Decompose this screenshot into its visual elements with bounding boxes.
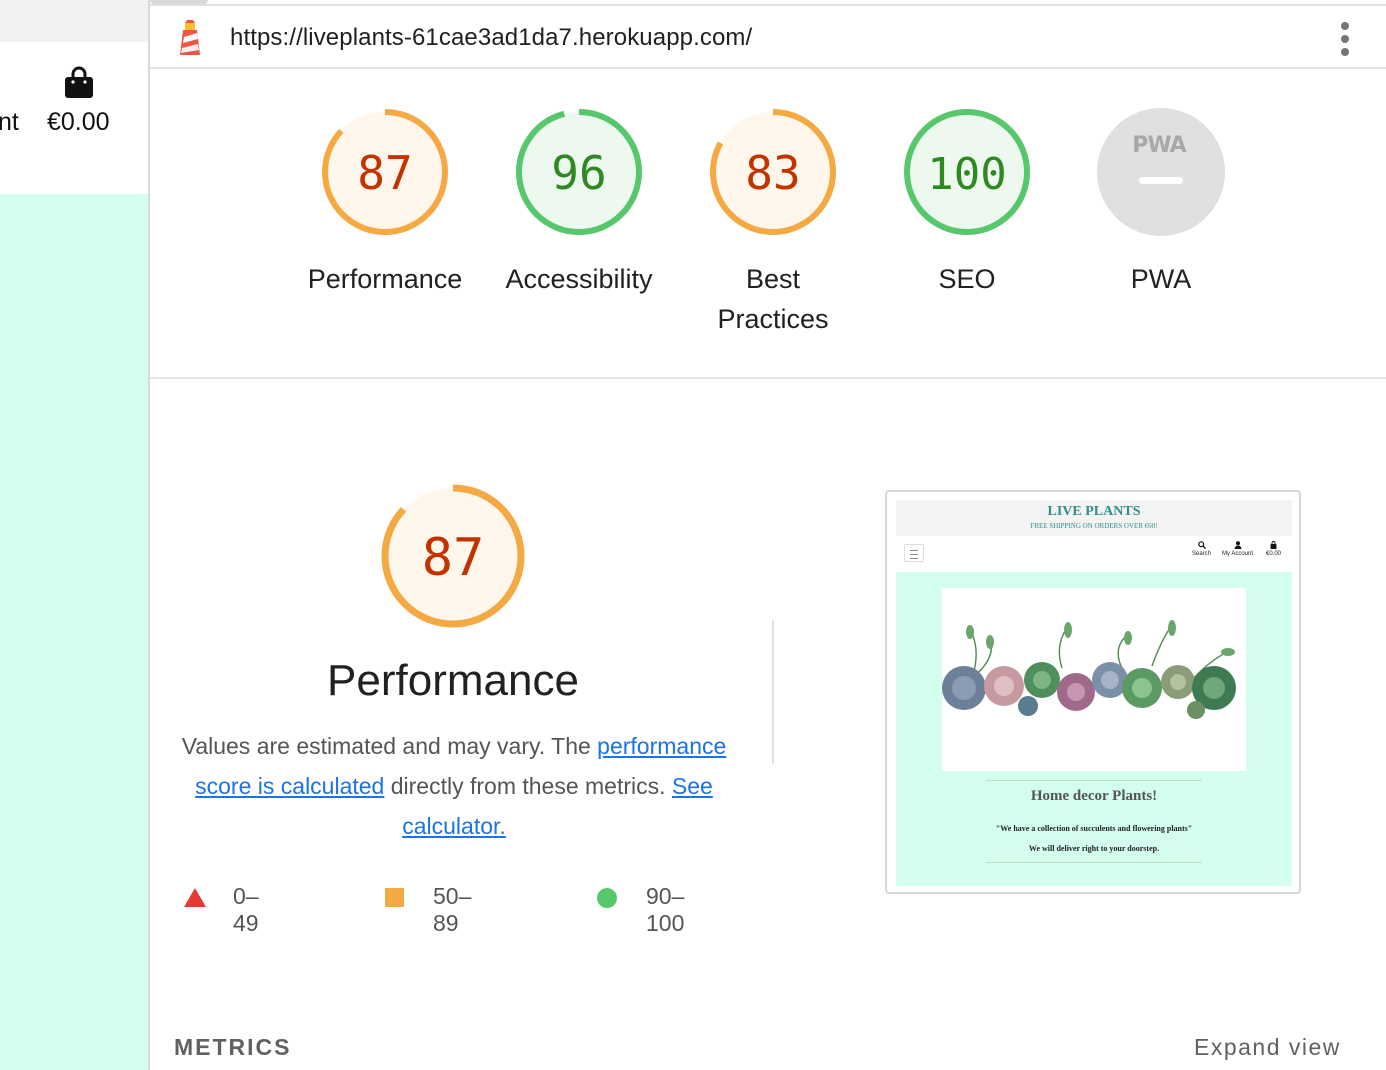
final-screenshot[interactable]: LIVE PLANTS FREE SHIPPING ON ORDERS OVER… [885, 490, 1301, 894]
search-icon [1197, 541, 1206, 549]
legend-average-range: 50–89 [433, 883, 472, 936]
my-account-label[interactable]: nt [0, 108, 19, 137]
more-vertical-icon[interactable] [1338, 22, 1352, 58]
site-preview-panel: nt €0.00 [0, 0, 148, 1070]
report-url-bar: https://liveplants-61cae3ad1da7.herokuap… [150, 6, 1386, 69]
screenshot-quote-1: "We have a collection of succulents and … [995, 824, 1193, 833]
screenshot-nav-search-label: Search [1192, 551, 1212, 557]
square-icon [385, 888, 404, 907]
gauge-performance-ring: 87 [322, 109, 448, 235]
gauge-seo-score: 100 [927, 149, 1006, 200]
pwa-badge-icon: PWA [1097, 108, 1225, 236]
gauge-seo[interactable]: 100 SEO [877, 107, 1057, 299]
gauge-seo-ring: 100 [904, 109, 1030, 235]
gauge-pwa-label: PWA [1130, 264, 1192, 294]
screenshot-nav-account: My Account [1222, 541, 1253, 557]
screenshot-brand: LIVE PLANTS [1047, 504, 1141, 519]
screenshot-nav-account-label: My Account [1222, 551, 1254, 557]
succulent-illustration [942, 620, 1236, 719]
screenshot-quote-2: We will deliver right to your doorstep. [1028, 844, 1160, 853]
shopping-bag-icon[interactable] [63, 66, 95, 100]
performance-description: Values are estimated and may vary. The p… [172, 726, 736, 846]
gauge-accessibility[interactable]: 96 Accessibility [489, 107, 669, 299]
screenshot-divider-bottom [986, 862, 1202, 863]
screenshot-shipping-banner: FREE SHIPPING ON ORDERS OVER €60! [1030, 522, 1158, 530]
screenshot-divider-top [986, 780, 1202, 781]
report-url[interactable]: https://liveplants-61cae3ad1da7.herokuap… [230, 24, 752, 52]
gauge-pwa[interactable]: PWA PWA [1071, 107, 1251, 299]
gauge-best-practices-score: 83 [745, 146, 800, 200]
site-topbar [0, 0, 148, 42]
gauge-performance[interactable]: 87 Performance [295, 107, 475, 299]
lighthouse-icon [180, 20, 200, 55]
desc-text-2: directly from these metrics. [384, 773, 672, 799]
gauge-best-practices-label: Best Practices [717, 264, 829, 334]
screenshot-nav-bag: €0.00 [1266, 541, 1281, 557]
screenshot-nav-search: Search [1192, 541, 1211, 557]
performance-score: 87 [422, 528, 485, 588]
succulent-banner-image [942, 588, 1246, 771]
gauge-best-practices[interactable]: 83 Best Practices [683, 107, 863, 339]
cart-total[interactable]: €0.00 [47, 108, 110, 137]
gauge-accessibility-label: Accessibility [505, 264, 653, 294]
desc-text-1: Values are estimated and may vary. The [181, 733, 598, 759]
pwa-badge-text: PWA [1132, 133, 1186, 158]
legend-pass-range: 90–100 [646, 883, 685, 936]
shopping-bag-icon [1270, 541, 1277, 549]
screenshot-tagline: Home decor Plants! [1030, 788, 1158, 804]
gauge-seo-label: SEO [938, 264, 996, 294]
expand-view-toggle[interactable]: Expand view [1194, 1034, 1341, 1061]
lighthouse-report: https://liveplants-61cae3ad1da7.herokuap… [150, 0, 1386, 1070]
gauge-accessibility-score: 96 [551, 146, 606, 200]
gauge-accessibility-ring: 96 [516, 109, 642, 235]
screenshot-nav-bag-label: €0.00 [1266, 551, 1282, 557]
gauge-best-practices-ring: 83 [710, 109, 836, 235]
screenshot-nav: Search My Account €0.00 [896, 538, 1292, 570]
performance-title: Performance [327, 656, 579, 705]
score-gauges: 87 Performance 96 Accessibility 83 Best … [150, 69, 1386, 379]
circle-icon [597, 888, 617, 908]
screenshot-site-header: LIVE PLANTS FREE SHIPPING ON ORDERS OVER… [896, 500, 1292, 536]
triangle-icon [184, 888, 206, 907]
user-icon [1234, 541, 1241, 549]
gauge-performance-label: Performance [307, 264, 463, 294]
screenshot-hero: Home decor Plants! "We have a collection… [896, 572, 1292, 886]
hamburger-icon [904, 544, 924, 562]
vertical-separator [772, 620, 774, 764]
metrics-heading: METRICS [174, 1034, 292, 1060]
performance-score-gauge: 87 [381, 484, 525, 628]
gauge-performance-score: 87 [357, 146, 412, 200]
legend-fail-range: 0–49 [233, 883, 259, 936]
